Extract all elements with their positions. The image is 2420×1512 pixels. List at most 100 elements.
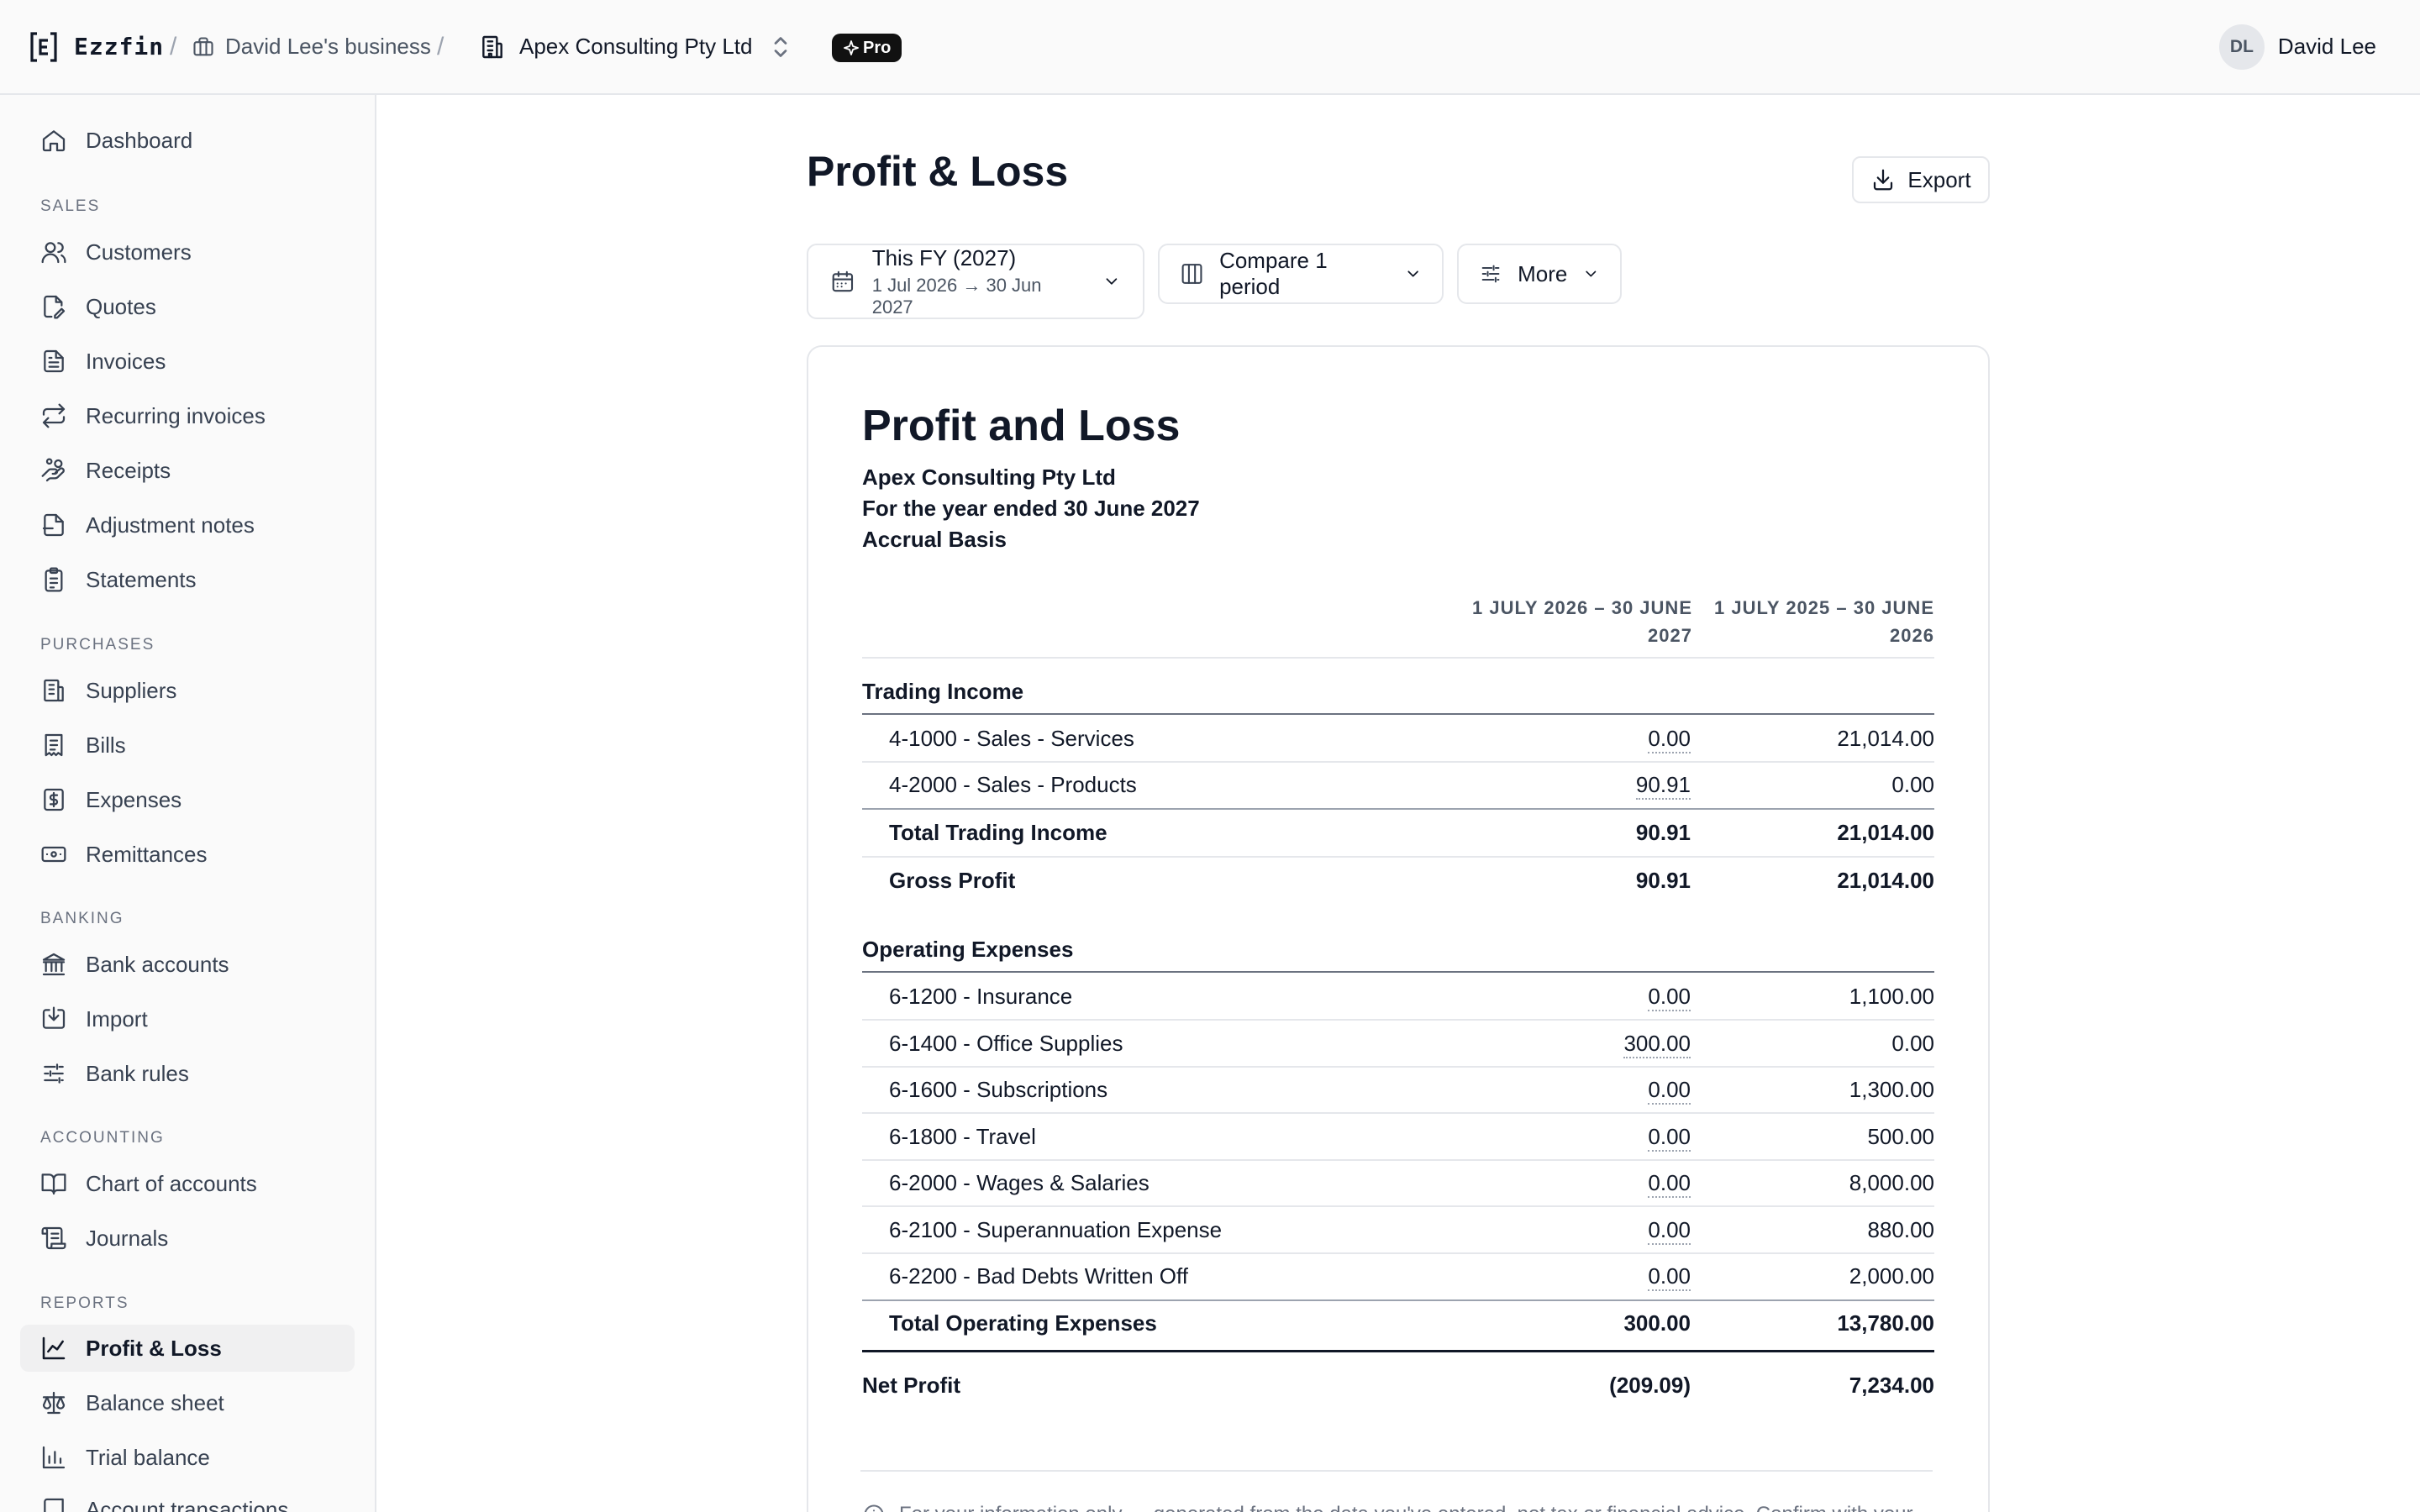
- account-label: 6-1400 - Office Supplies: [889, 1030, 1123, 1056]
- sidebar-item-label: Suppliers: [86, 677, 177, 703]
- amount-prior: 2,000.00: [1849, 1263, 1934, 1289]
- user-menu[interactable]: DL David Lee: [2218, 0, 2376, 93]
- sidebar-item-label: Account transactions: [86, 1496, 289, 1512]
- amount-current[interactable]: 0.00: [1648, 1169, 1691, 1198]
- table-row[interactable]: 6-1800 - Travel 0.00 500.00: [862, 1114, 1934, 1159]
- sidebar-item-quotes[interactable]: Quotes: [20, 283, 355, 330]
- sidebar-item-journals[interactable]: Journals: [20, 1215, 355, 1262]
- amount-prior: 1,100.00: [1849, 983, 1934, 1009]
- sidebar-item-label: Statements: [86, 566, 197, 592]
- amount-prior: 500.00: [1867, 1123, 1934, 1149]
- sidebar-item-label: Quotes: [86, 293, 156, 319]
- more-options-dropdown[interactable]: More: [1457, 244, 1622, 304]
- sidebar-section-reports: Reports: [40, 1294, 129, 1312]
- column-header-current: 1 July 2026 – 30 June 2027: [1440, 594, 1692, 649]
- sparkle-icon: [844, 40, 859, 55]
- book-open-icon: [41, 1173, 66, 1195]
- total-prior: 13,780.00: [1837, 1310, 1934, 1336]
- amount-current[interactable]: 0.00: [1648, 1076, 1691, 1105]
- sidebar-item-profit-loss[interactable]: Profit & Loss: [20, 1325, 355, 1372]
- net-profit-divider: [862, 1350, 1934, 1352]
- table-row[interactable]: 6-2200 - Bad Debts Written Off 0.00 2,00…: [862, 1253, 1934, 1299]
- sidebar-item-expenses[interactable]: Expenses: [20, 776, 355, 823]
- sidebar-item-adjustment-notes[interactable]: Adjustment notes: [20, 501, 355, 549]
- sidebar-item-suppliers[interactable]: Suppliers: [20, 667, 355, 714]
- sidebar-item-label: Bank accounts: [86, 951, 229, 977]
- app-name[interactable]: Ezzfin: [74, 0, 164, 93]
- hand-coins-icon: [41, 458, 65, 482]
- chevron-down-icon: [1407, 270, 1418, 277]
- table-row[interactable]: 4-2000 - Sales - Products 90.91 0.00: [862, 762, 1934, 807]
- total-row: Total Operating Expenses 300.00 13,780.0…: [862, 1300, 1934, 1346]
- amount-current[interactable]: 0.00: [1648, 1263, 1691, 1291]
- column-header-prior-line2: 2026: [1890, 625, 1934, 646]
- amount-current[interactable]: 0.00: [1648, 725, 1691, 753]
- column-header-prior: 1 July 2025 – 30 June 2026: [1682, 594, 1934, 649]
- sidebar-item-recurring-invoices[interactable]: Recurring invoices: [20, 392, 355, 439]
- table-row[interactable]: 6-1400 - Office Supplies 300.00 0.00: [862, 1021, 1934, 1066]
- account-label: 4-2000 - Sales - Products: [889, 771, 1137, 797]
- account-label: 6-2100 - Superannuation Expense: [889, 1216, 1223, 1242]
- sidebar-item-bank-accounts[interactable]: Bank accounts: [20, 941, 355, 988]
- sidebar-item-bills[interactable]: Bills: [20, 722, 355, 769]
- sidebar-item-account-transactions[interactable]: Account transactions: [20, 1486, 355, 1512]
- bar-chart-icon: [42, 1446, 66, 1469]
- company-switcher[interactable]: Apex Consulting Pty Ltd: [479, 0, 753, 93]
- table-row[interactable]: 6-1200 - Insurance 0.00 1,100.00: [862, 974, 1934, 1019]
- import-icon: [42, 1006, 66, 1029]
- chevron-up-down-icon[interactable]: [770, 0, 792, 93]
- sidebar-item-chart-of-accounts[interactable]: Chart of accounts: [20, 1160, 355, 1207]
- breadcrumb-business-label: David Lee's business: [225, 34, 431, 59]
- sidebar-item-bank-rules[interactable]: Bank rules: [20, 1050, 355, 1097]
- gross-profit-row: Gross Profit 90.91 21,014.00: [862, 858, 1934, 903]
- sidebar-item-invoices[interactable]: Invoices: [20, 338, 355, 385]
- receipt-icon: [45, 733, 63, 757]
- sidebar-item-label: Recurring invoices: [86, 402, 266, 428]
- sidebar-item-label: Import: [86, 1005, 148, 1032]
- sidebar-item-receipts[interactable]: Receipts: [20, 447, 355, 494]
- breadcrumb-separator: /: [437, 32, 445, 60]
- section-heading-label: Operating Expenses: [862, 936, 1074, 962]
- sidebar-item-label: Chart of accounts: [86, 1170, 257, 1196]
- amount-current[interactable]: 90.91: [1635, 771, 1691, 800]
- sidebar-section-purchases: Purchases: [40, 636, 155, 654]
- column-header-current-line1: 1 July 2026 – 30 June: [1472, 597, 1692, 618]
- amount-current[interactable]: 0.00: [1648, 1123, 1691, 1152]
- app-logo-icon[interactable]: [29, 0, 59, 93]
- table-row[interactable]: 4-1000 - Sales - Services 0.00 21,014.00: [862, 716, 1934, 761]
- sidebar-item-customers[interactable]: Customers: [20, 228, 355, 276]
- amount-prior: 8,000.00: [1849, 1169, 1934, 1195]
- file-text-icon: [44, 349, 64, 373]
- sidebar-item-remittances[interactable]: Remittances: [20, 831, 355, 878]
- sidebar-item-import[interactable]: Import: [20, 995, 355, 1042]
- section-heading-label: Trading Income: [862, 678, 1024, 704]
- account-label: 6-1800 - Travel: [889, 1123, 1036, 1149]
- sidebar-section-accounting: Accounting: [40, 1129, 165, 1147]
- section-divider: [862, 713, 1934, 715]
- table-row[interactable]: 6-2100 - Superannuation Expense 0.00 880…: [862, 1207, 1934, 1252]
- file-minus-icon: [42, 513, 64, 537]
- report-title: Profit and Loss: [862, 402, 1181, 450]
- info-icon: [864, 1504, 884, 1512]
- net-profit-label: Net Profit: [862, 1372, 960, 1398]
- compare-period-dropdown[interactable]: Compare 1 period: [1158, 244, 1444, 304]
- amount-current[interactable]: 0.00: [1648, 1216, 1691, 1245]
- sidebar-item-dashboard[interactable]: Dashboard: [20, 117, 355, 164]
- sidebar-item-statements[interactable]: Statements: [20, 556, 355, 603]
- period-picker[interactable]: This FY (2027) 1 Jul 2026 → 30 Jun 2027: [807, 244, 1144, 319]
- amount-current[interactable]: 0.00: [1648, 983, 1691, 1011]
- column-header-prior-line1: 1 July 2025 – 30 June: [1714, 597, 1934, 618]
- building-icon: [44, 679, 64, 702]
- scale-icon: [42, 1391, 66, 1415]
- sidebar-item-balance-sheet[interactable]: Balance sheet: [20, 1379, 355, 1426]
- export-button[interactable]: Export: [1852, 156, 1990, 203]
- dollar-square-icon: [44, 788, 64, 811]
- table-row[interactable]: 6-1600 - Subscriptions 0.00 1,300.00: [862, 1067, 1934, 1112]
- sidebar-item-trial-balance[interactable]: Trial balance: [20, 1434, 355, 1481]
- footer-divider: [860, 1470, 1933, 1472]
- table-row[interactable]: 6-2000 - Wages & Salaries 0.00 8,000.00: [862, 1160, 1934, 1205]
- breadcrumb-business[interactable]: David Lee's business: [192, 0, 431, 93]
- amount-current[interactable]: 300.00: [1623, 1030, 1691, 1058]
- report-basis: Accrual Basis: [862, 527, 1007, 552]
- section-heading-trading-income: Trading Income: [862, 669, 1934, 714]
